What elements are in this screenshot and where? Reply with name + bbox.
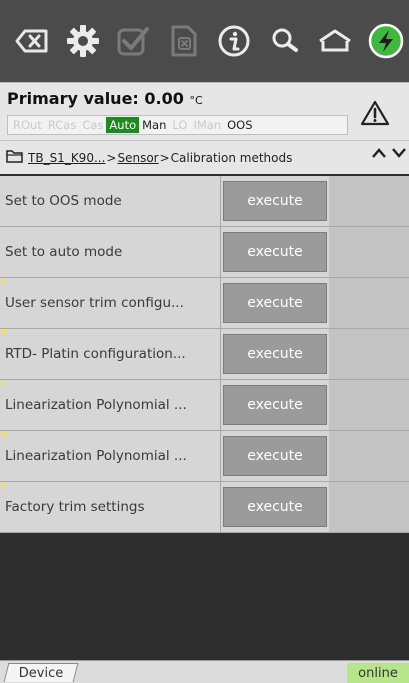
cancel-icon[interactable] [164,21,204,61]
execute-button[interactable]: execute [223,181,327,221]
execute-button[interactable]: execute [223,232,327,272]
flag-marker [2,483,8,489]
mode-selector: ROut RCas Cas Auto Man LO IMan OOS [7,115,348,135]
mode-auto[interactable]: Auto [106,117,140,133]
breadcrumb-separator: > [159,150,170,165]
execute-button[interactable]: execute [223,334,327,374]
backspace-icon[interactable] [12,21,52,61]
chevron-up-icon[interactable] [371,145,387,164]
tab-device[interactable]: Device [3,663,79,682]
execute-button[interactable]: execute [223,487,327,527]
method-label: Linearization Polynomial ... [0,431,221,481]
warning-icon[interactable] [360,99,390,131]
breadcrumb-separator: > [106,150,117,165]
list-item: Linearization Polynomial ... execute [0,431,409,482]
info-icon[interactable] [214,21,254,61]
search-icon[interactable] [265,21,305,61]
method-label: Linearization Polynomial ... [0,380,221,430]
method-label: Factory trim settings [0,482,221,532]
method-label: RTD- Platin configuration... [0,329,221,379]
primary-value-unit: °C [189,94,203,107]
primary-value-number: 0.00 [144,89,184,108]
execute-button[interactable]: execute [223,283,327,323]
method-list: Set to OOS mode execute Set to auto mode… [0,176,409,533]
method-label: User sensor trim configu... [0,278,221,328]
primary-value-label: Primary value: [7,89,139,108]
gear-icon[interactable] [63,21,103,61]
method-label: Set to auto mode [0,227,221,277]
list-item: RTD- Platin configuration... execute [0,329,409,380]
list-item: Set to auto mode execute [0,227,409,278]
primary-value: Primary value: 0.00 °C [7,89,203,108]
mode-oos[interactable]: OOS [224,117,255,133]
execute-button[interactable]: execute [223,385,327,425]
breadcrumb-root[interactable]: TB_S1_K90... [28,151,105,165]
breadcrumb-nav [371,145,407,164]
flag-marker [2,330,8,336]
list-item: Set to OOS mode execute [0,176,409,227]
breadcrumb-sensor[interactable]: Sensor [117,151,158,165]
mode-cas: Cas [82,118,104,132]
folder-icon [6,149,24,166]
list-item: Linearization Polynomial ... execute [0,380,409,431]
mode-rcas: RCas [47,118,77,132]
power-icon[interactable] [366,21,406,61]
toolbar [0,0,409,82]
status-bar: Device online [0,660,409,683]
flag-marker [2,279,8,285]
method-label: Set to OOS mode [0,176,221,226]
chevron-down-icon[interactable] [391,145,407,164]
connection-status: online [347,663,409,683]
flag-marker [2,381,8,387]
mode-rout: ROut [13,118,42,132]
primary-value-panel: Primary value: 0.00 °C ROut RCas Cas Aut… [0,82,409,140]
breadcrumb: TB_S1_K90... > Sensor > Calibration meth… [0,140,409,174]
list-item: Factory trim settings execute [0,482,409,533]
execute-button[interactable]: execute [223,436,327,476]
tab-device-label: Device [18,666,64,681]
list-item: User sensor trim configu... execute [0,278,409,329]
flag-marker [2,432,8,438]
breadcrumb-current: Calibration methods [170,150,293,165]
check-icon[interactable] [113,21,153,61]
mode-lo: LO [172,118,188,132]
mode-man[interactable]: Man [139,117,169,133]
mode-iman: IMan [193,118,222,132]
home-icon[interactable] [315,21,355,61]
